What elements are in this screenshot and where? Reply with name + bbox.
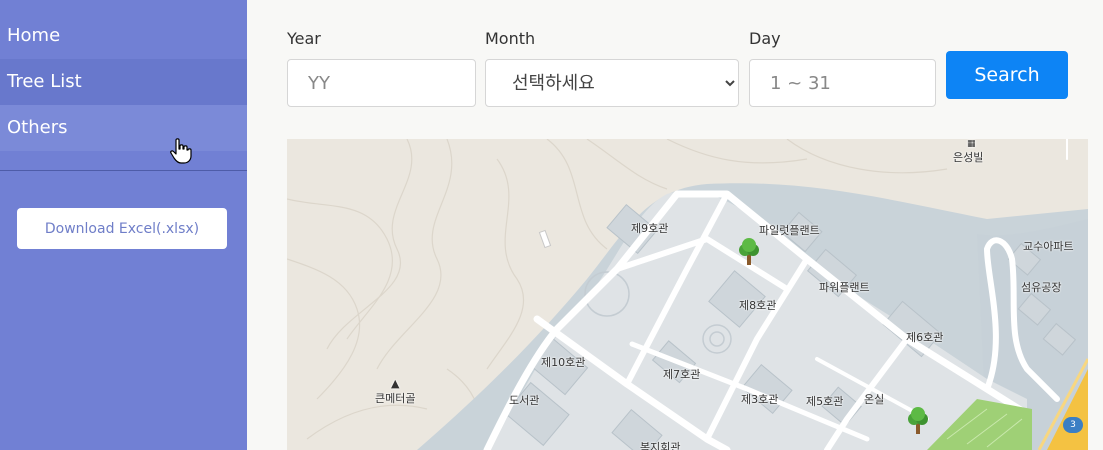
day-label: Day [749,29,781,48]
road-route-badge: 3 [1063,417,1083,433]
pointer-hand-icon [170,138,192,164]
map-label-professor-apartment: 교수아파트 [1023,240,1074,253]
map-label-library: 도서관 [509,394,540,407]
map-label-b5: 제5호관 [806,395,844,408]
map-label-b9: 제9호관 [631,222,669,235]
tree-marker-icon[interactable] [736,237,762,267]
map-label-fiber-factory: 섬유공장 [1021,281,1062,294]
map-label-welfare-hall: 복지회관 [640,441,681,450]
search-button[interactable]: Search [946,51,1068,99]
map-label-b3: 제3호관 [741,393,779,406]
sidebar-item-tree-list[interactable]: Tree List [0,59,247,105]
tree-marker-icon[interactable] [905,406,931,436]
map-label-greenhouse: 온실 [864,393,885,406]
building-icon: ▦ [967,139,976,149]
sidebar: Home Tree List Others Download Excel(.xl… [0,0,247,450]
month-label: Month [485,29,536,48]
map-label-power-plant: 파워플랜트 [819,281,870,294]
sidebar-item-others[interactable]: Others [0,105,247,151]
year-input[interactable] [287,59,476,107]
download-excel-button[interactable]: Download Excel(.xlsx) [17,208,227,249]
map-label-eunseongbil: 은성빌 [953,151,984,164]
month-select[interactable]: 선택하세요 [485,59,739,107]
map-label-b6: 제6호관 [906,331,944,344]
map[interactable]: 은성빌 ▦ 제9호관 파일럿플랜트 교수아파트 파워플랜트 섬유공장 제8호관 … [287,139,1088,450]
day-input[interactable] [749,59,936,107]
map-label-b10: 제10호관 [541,356,586,369]
sidebar-item-home[interactable]: Home [0,13,247,59]
map-label-pilot-plant: 파일럿플랜트 [759,224,820,237]
sidebar-divider [0,170,247,171]
map-label-b8: 제8호관 [739,299,777,312]
year-label: Year [287,29,321,48]
map-label-b7: 제7호관 [663,368,701,381]
peak-icon: ▲ [391,377,400,390]
map-label-keunmeteogol: 큰메터골 [375,392,416,405]
